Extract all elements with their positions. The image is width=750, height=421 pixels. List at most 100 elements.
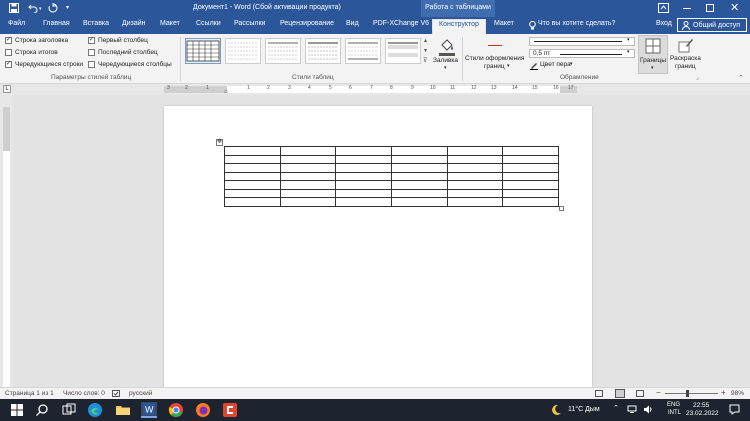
tab-home[interactable]: Главная (43, 20, 70, 27)
tab-pdf-xchange[interactable]: PDF-XChange V6 (373, 20, 429, 27)
table-cell[interactable] (224, 163, 281, 173)
undo-dropdown-icon[interactable]: ▾ (39, 6, 42, 12)
table-style-light-grid[interactable] (305, 38, 341, 64)
search-icon[interactable] (34, 402, 50, 418)
table-cell[interactable] (224, 146, 281, 156)
table-cell[interactable] (502, 180, 559, 190)
show-hidden-icons-icon[interactable]: ⌃ (613, 404, 619, 412)
undo-icon[interactable] (28, 3, 38, 13)
table-cell[interactable] (446, 180, 504, 190)
line-weight-select[interactable]: 0,5 пт ▾ (529, 49, 635, 58)
pen-color-button[interactable]: Цвет пера ▾ (529, 61, 599, 70)
input-language-line1[interactable]: ENG (667, 402, 680, 408)
print-layout-icon[interactable] (615, 389, 625, 398)
table-cell[interactable] (335, 180, 392, 190)
save-icon[interactable] (9, 3, 19, 13)
horizontal-ruler[interactable]: L 3 2 1 1 2 3 4 5 6 7 8 9 10 11 12 13 14… (0, 84, 750, 95)
table-cell[interactable] (279, 180, 337, 190)
zoom-slider-track[interactable] (665, 393, 718, 394)
word-count[interactable]: Число слов: 0 (63, 390, 105, 397)
table-move-handle-icon[interactable]: ✥ (216, 139, 223, 146)
table-cell[interactable] (502, 146, 559, 156)
table-cell[interactable] (446, 188, 504, 199)
table-cell[interactable] (335, 154, 392, 165)
table-cell[interactable] (224, 154, 281, 165)
table-style-light-lines[interactable] (265, 38, 301, 64)
gallery-scroll-up-icon[interactable]: ▴ (424, 37, 427, 44)
table-cell[interactable] (279, 171, 337, 182)
minimize-button[interactable] (683, 8, 691, 9)
table-cell[interactable] (390, 180, 448, 190)
table-style-grid-selected[interactable] (185, 38, 221, 64)
table-cell[interactable] (279, 163, 337, 173)
table-cell[interactable] (502, 163, 559, 173)
table-cell[interactable] (390, 188, 448, 199)
table-style-plain[interactable] (225, 38, 261, 64)
table-cell[interactable] (335, 146, 392, 156)
notifications-icon[interactable] (729, 404, 740, 415)
zoom-slider-thumb[interactable] (686, 390, 689, 397)
border-painter-button[interactable]: Раскраска границ (670, 36, 702, 74)
tell-me-search[interactable]: Что вы хотите сделать? (538, 20, 615, 27)
table-cell[interactable] (224, 180, 281, 190)
language-indicator[interactable]: русский (129, 390, 152, 397)
table-cell[interactable] (335, 171, 392, 182)
borders-button[interactable]: Границы ▾ (638, 35, 668, 74)
table-cell[interactable] (502, 154, 559, 165)
tab-table-layout[interactable]: Макет (494, 20, 514, 27)
tab-mailings[interactable]: Рассылки (234, 20, 265, 27)
header-row-checkbox[interactable]: ✓ (5, 37, 12, 44)
word-app-icon[interactable]: W (141, 402, 157, 418)
table-cell[interactable] (335, 197, 392, 207)
table-cell[interactable] (446, 146, 504, 156)
task-view-icon[interactable] (61, 402, 77, 418)
zoom-out-button[interactable]: − (656, 388, 661, 397)
redo-icon[interactable] (48, 3, 58, 13)
maximize-button[interactable] (706, 4, 714, 12)
banded-columns-checkbox[interactable] (88, 61, 95, 68)
clock-time[interactable]: 22:55 (693, 402, 709, 409)
table-cell[interactable] (279, 188, 337, 199)
table-cell[interactable] (279, 154, 337, 165)
table-style-list[interactable] (345, 38, 381, 64)
share-button[interactable]: Общий доступ (677, 18, 747, 32)
edge-browser-icon[interactable] (87, 402, 103, 418)
table-style-banded[interactable] (385, 38, 421, 64)
table-cell[interactable] (446, 154, 504, 165)
page-count[interactable]: Страница 1 из 1 (5, 390, 54, 397)
first-column-checkbox[interactable]: ✓ (88, 37, 95, 44)
last-column-checkbox[interactable] (88, 49, 95, 56)
tab-file[interactable]: Файл (8, 20, 25, 27)
tab-layout[interactable]: Макет (160, 20, 180, 27)
tab-design[interactable]: Дизайн (122, 20, 146, 27)
network-icon[interactable] (627, 405, 637, 414)
table-cell[interactable] (390, 146, 448, 156)
table-cell[interactable] (502, 171, 559, 182)
account-signin[interactable]: Вход (656, 20, 672, 27)
table-cell[interactable] (446, 171, 504, 182)
file-explorer-icon[interactable] (115, 402, 131, 418)
banded-rows-checkbox[interactable]: ✓ (5, 61, 12, 68)
tab-view[interactable]: Вид (346, 20, 359, 27)
windows-start-icon[interactable] (9, 402, 25, 418)
table-cell[interactable] (446, 163, 504, 173)
table-resize-handle[interactable] (559, 206, 564, 211)
table-cell[interactable] (390, 163, 448, 173)
table-cell[interactable] (224, 197, 281, 207)
firefox-icon[interactable] (195, 402, 211, 418)
table-cell[interactable] (224, 171, 281, 182)
table-cell[interactable] (390, 154, 448, 165)
proofing-icon[interactable] (112, 390, 120, 397)
table-cell[interactable] (335, 163, 392, 173)
table-cell[interactable] (224, 188, 281, 199)
ribbon-display-options-icon[interactable] (658, 3, 669, 13)
table-cell[interactable] (335, 188, 392, 199)
tab-review[interactable]: Рецензирование (280, 20, 334, 27)
vertical-ruler[interactable] (0, 95, 13, 387)
table-cell[interactable] (502, 197, 559, 207)
total-row-checkbox[interactable] (5, 49, 12, 56)
weather-text[interactable]: 11°C Дым (568, 406, 600, 413)
table-cell[interactable] (390, 197, 448, 207)
document-table[interactable] (224, 146, 559, 207)
tab-references[interactable]: Ссылки (196, 20, 221, 27)
